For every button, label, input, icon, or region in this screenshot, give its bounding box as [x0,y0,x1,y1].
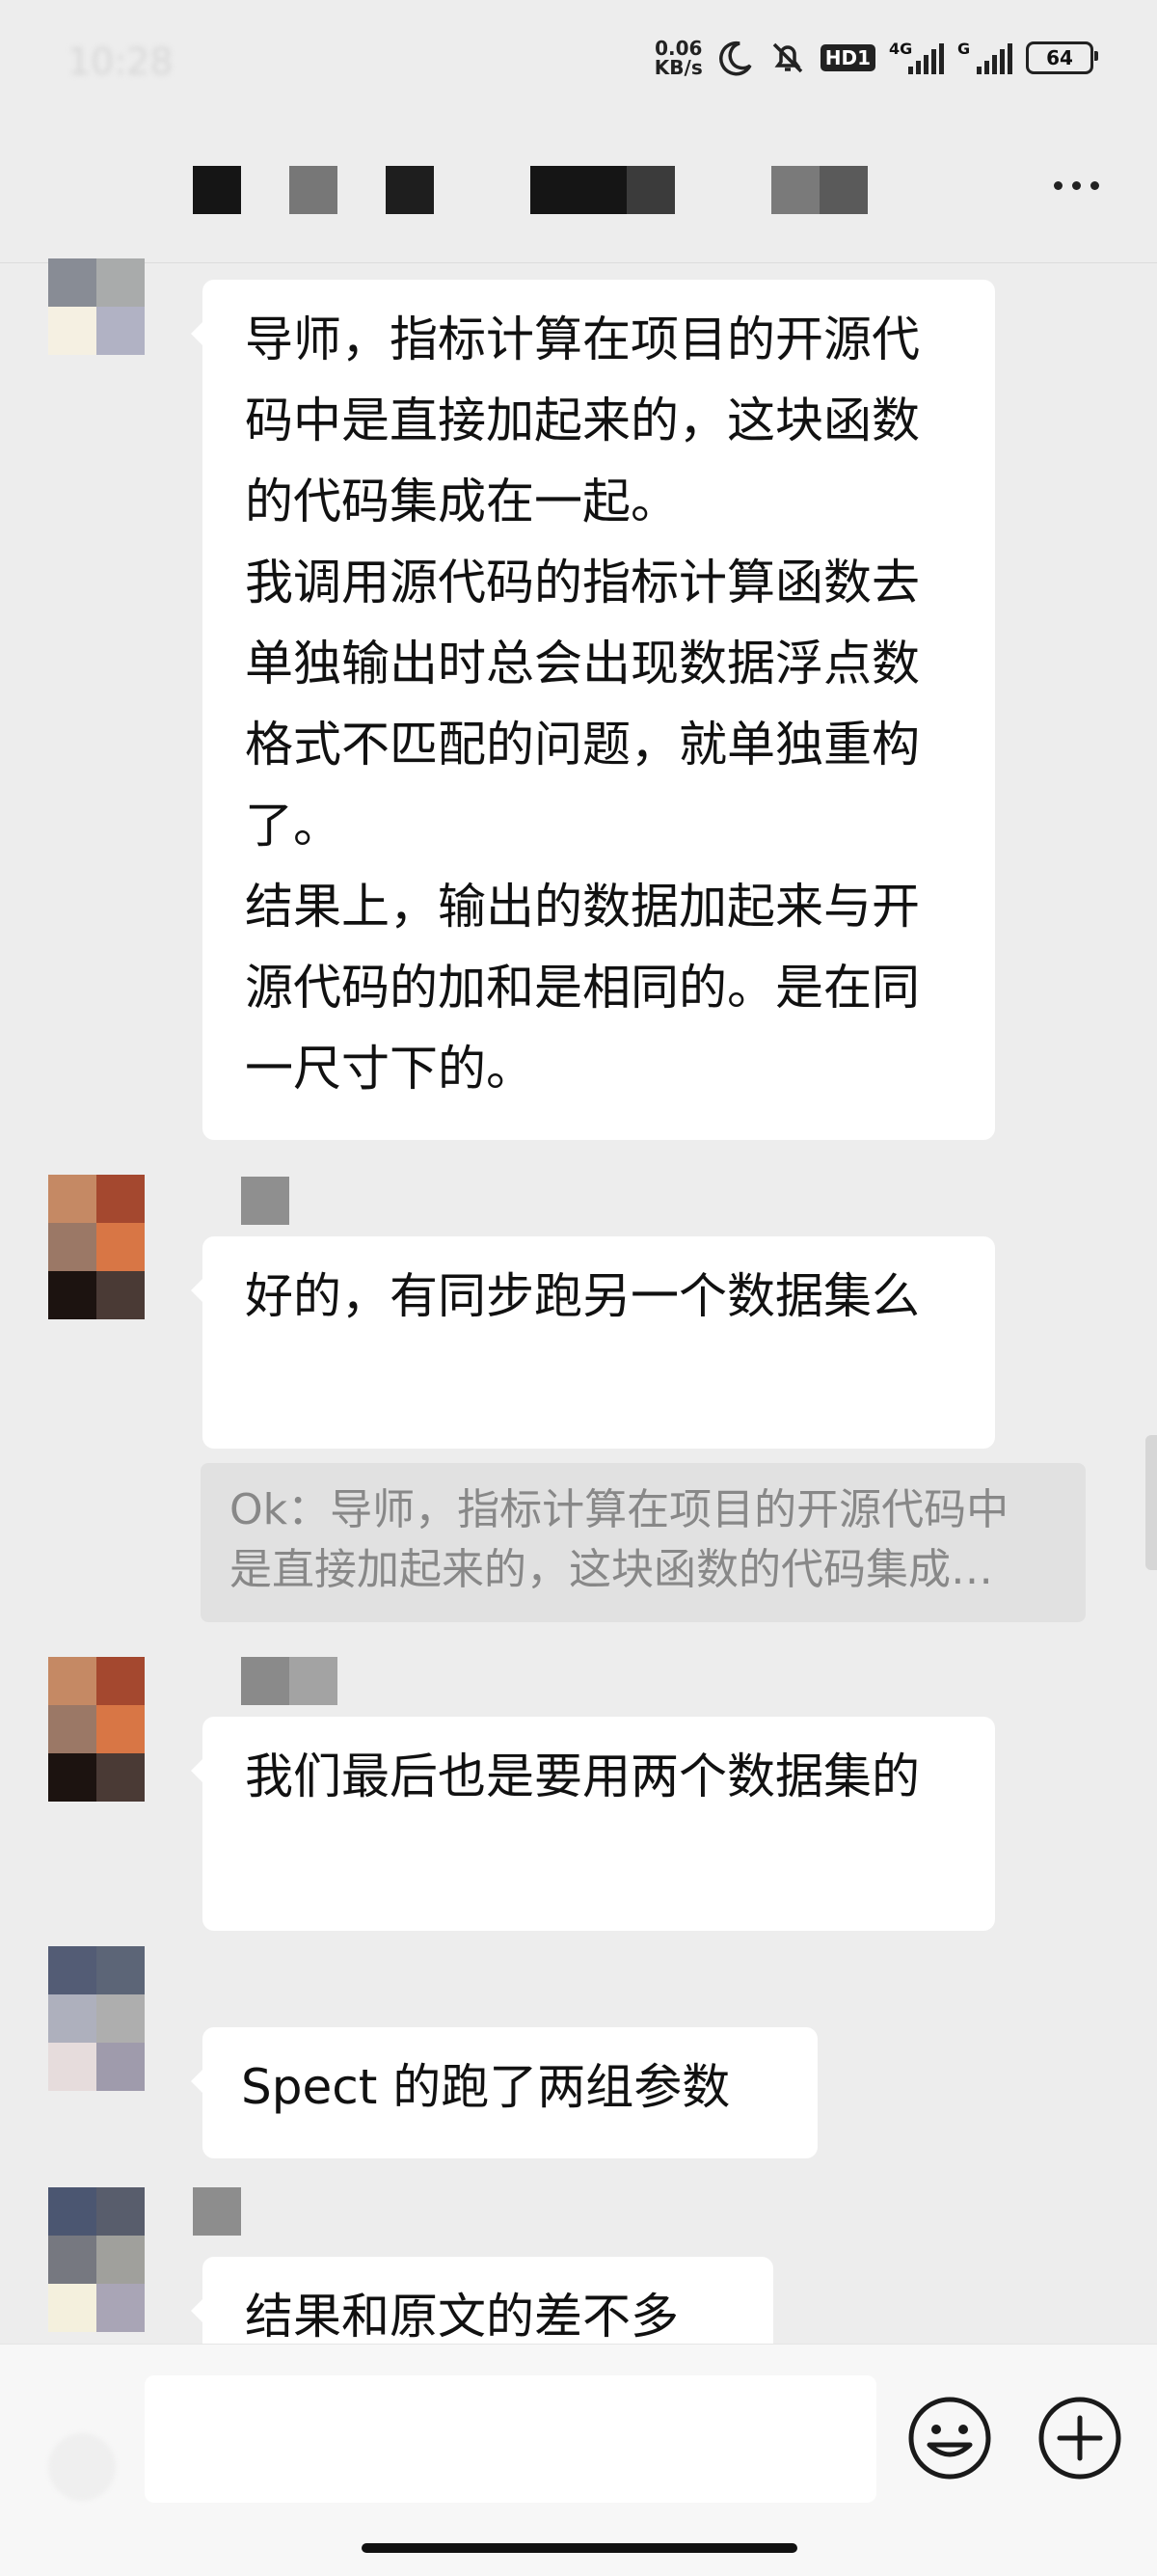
signal-2-icon: G [957,40,1012,74]
sender-name-mosaic [241,1177,289,1225]
plus-icon[interactable] [1036,2395,1123,2481]
status-time: 10:28 [67,41,174,83]
more-dot [1054,181,1063,190]
avatar[interactable] [48,2187,145,2332]
message-text: 结果上，输出的数据加起来与开源代码的加和是相同的。是在同一尺寸下的。 [245,879,920,1097]
more-dot [1072,181,1081,190]
battery-level: 64 [1046,46,1073,69]
input-bar [0,2344,1157,2576]
avatar[interactable] [48,258,145,355]
home-indicator[interactable] [362,2543,797,2553]
bell-muted-icon [772,42,802,73]
voice-toggle-button[interactable] [48,2433,116,2501]
signal-1-label: 4G [889,40,913,58]
quote-text: Ok：导师，指标计算在项目的开源代码中 [229,1485,1009,1534]
header-divider [0,262,1157,263]
quote-text: 是直接加起来的，这块函数的代码集成… [229,1545,993,1594]
battery-icon: 64 [1026,41,1098,74]
scrollbar[interactable] [1145,1435,1157,1570]
emoji-icon[interactable] [906,2395,993,2481]
more-dot [1090,181,1099,190]
sender-name-mosaic [193,2187,241,2236]
chat-header [0,125,1157,260]
status-bar: 10:28 0.06 KB/s HD1 4G G 64 [0,0,1157,125]
message-text: Spect 的跑了两组参数 [241,2059,731,2115]
message-bubble[interactable]: 我们最后也是要用两个数据集的 [191,1717,995,1931]
message-text: 导师，指标计算在项目的开源代码中是直接加起来的，这块函数的代码集成在一起。 [245,312,920,529]
net-speed-unit: KB/s [654,56,703,79]
signal-1-icon: 4G [889,40,944,74]
status-icons: 0.06 KB/s HD1 4G G 64 [655,39,1098,77]
message-bubble[interactable]: Spect 的跑了两组参数 [191,2027,818,2158]
hd-badge: HD1 [820,44,875,71]
signal-2-label: G [957,40,971,58]
avatar[interactable] [48,1175,145,1319]
sender-name-mosaic [241,1657,337,1705]
net-speed: 0.06 KB/s [655,39,703,77]
avatar[interactable] [48,1657,145,1802]
message-input[interactable] [145,2375,876,2503]
quoted-message[interactable]: Ok：导师，指标计算在项目的开源代码中 是直接加起来的，这块函数的代码集成… [201,1463,1086,1622]
message-text: 我们最后也是要用两个数据集的 [245,1749,920,1804]
message-text: 好的，有同步跑另一个数据集么 [245,1268,920,1324]
more-button[interactable] [1054,181,1099,190]
net-speed-value: 0.06 [655,37,703,60]
message-bubble[interactable]: 导师，指标计算在项目的开源代码中是直接加起来的，这块函数的代码集成在一起。 我调… [191,280,995,1140]
moon-icon [718,41,752,76]
message-bubble[interactable]: 好的，有同步跑另一个数据集么 [191,1236,995,1449]
avatar[interactable] [48,1946,145,2091]
message-text: 我调用源代码的指标计算函数去单独输出时总会出现数据浮点数格式不匹配的问题，就单独… [245,555,920,854]
